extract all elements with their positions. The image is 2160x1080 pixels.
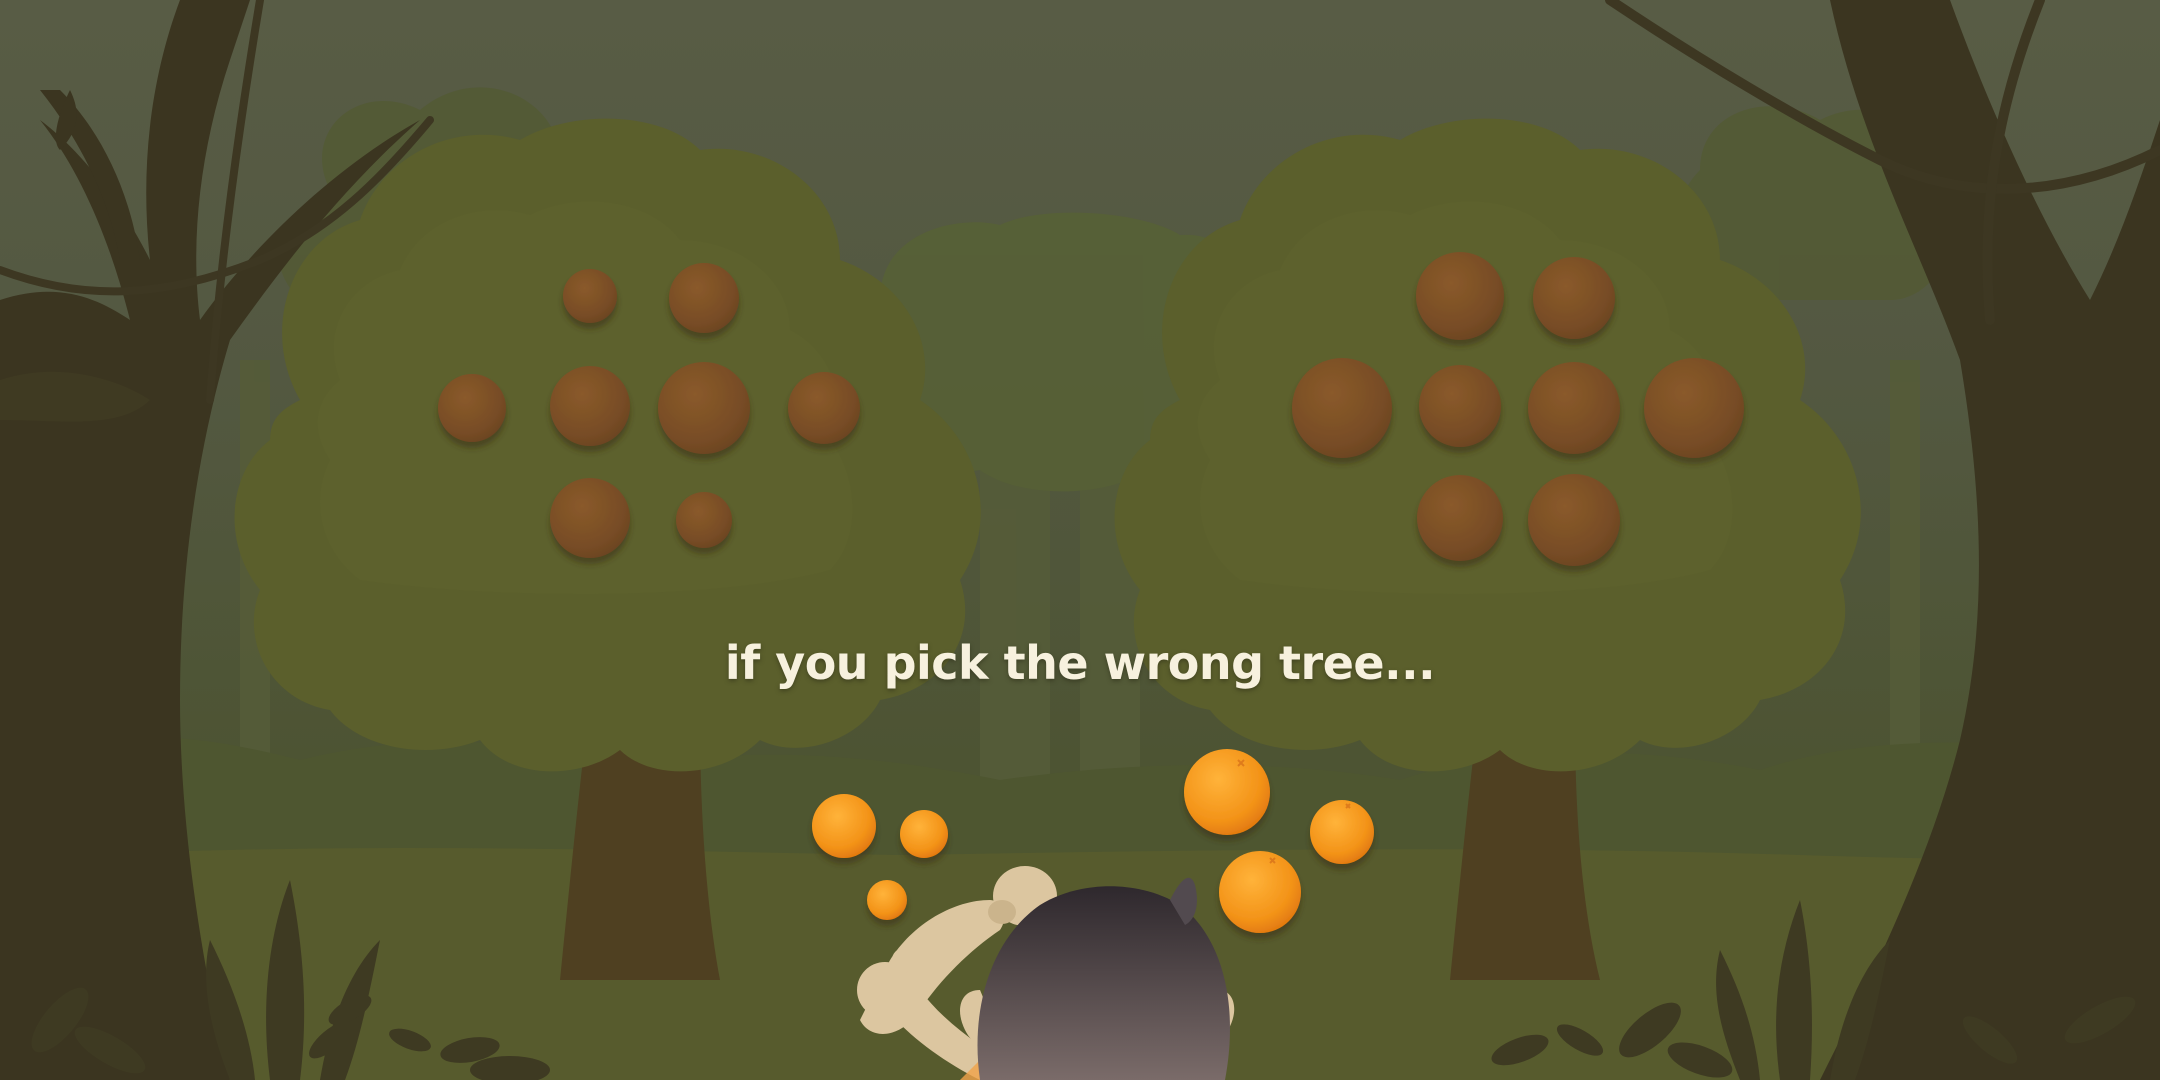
forest-background <box>0 0 2160 1080</box>
narration-caption: if you pick the wrong tree... <box>724 636 1436 690</box>
game-scene: if you pick the wrong tree... <box>0 0 2160 1080</box>
